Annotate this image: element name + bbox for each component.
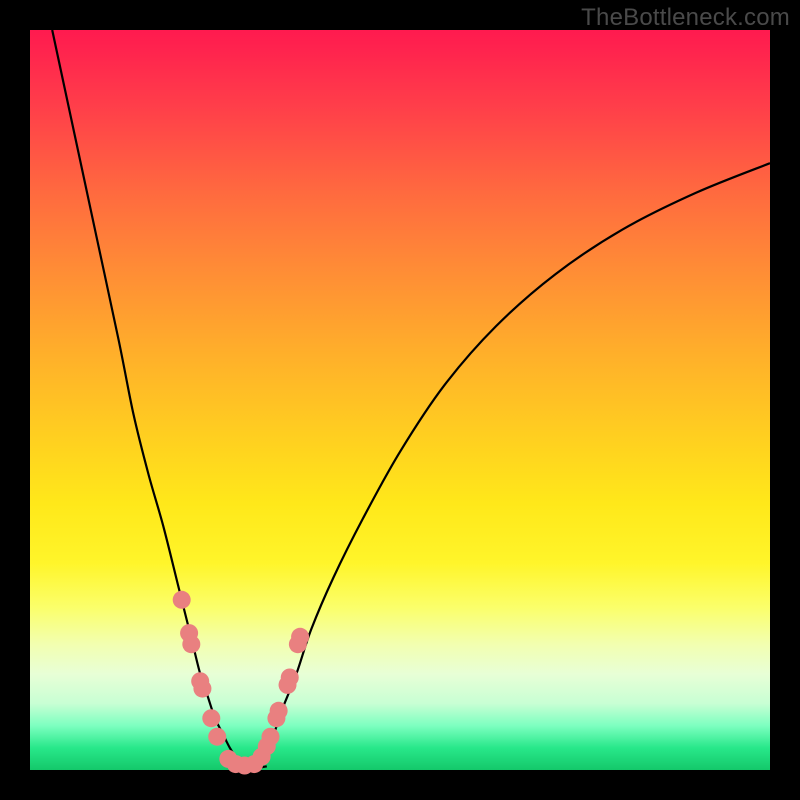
highlight-dot <box>291 628 309 646</box>
highlight-dot <box>182 635 200 653</box>
highlight-dot <box>270 702 288 720</box>
highlight-dot <box>202 709 220 727</box>
highlight-dot <box>281 669 299 687</box>
attribution-text: TheBottleneck.com <box>581 4 790 32</box>
highlight-dots-group <box>173 591 309 775</box>
right-branch-curve <box>252 163 770 766</box>
left-branch-curve <box>52 30 244 766</box>
highlight-dot <box>193 680 211 698</box>
outer-frame: TheBottleneck.com <box>0 0 800 800</box>
curve-layer <box>30 30 770 770</box>
highlight-dot <box>262 728 280 746</box>
highlight-dot <box>173 591 191 609</box>
gradient-plot-area <box>30 30 770 770</box>
highlight-dot <box>208 728 226 746</box>
